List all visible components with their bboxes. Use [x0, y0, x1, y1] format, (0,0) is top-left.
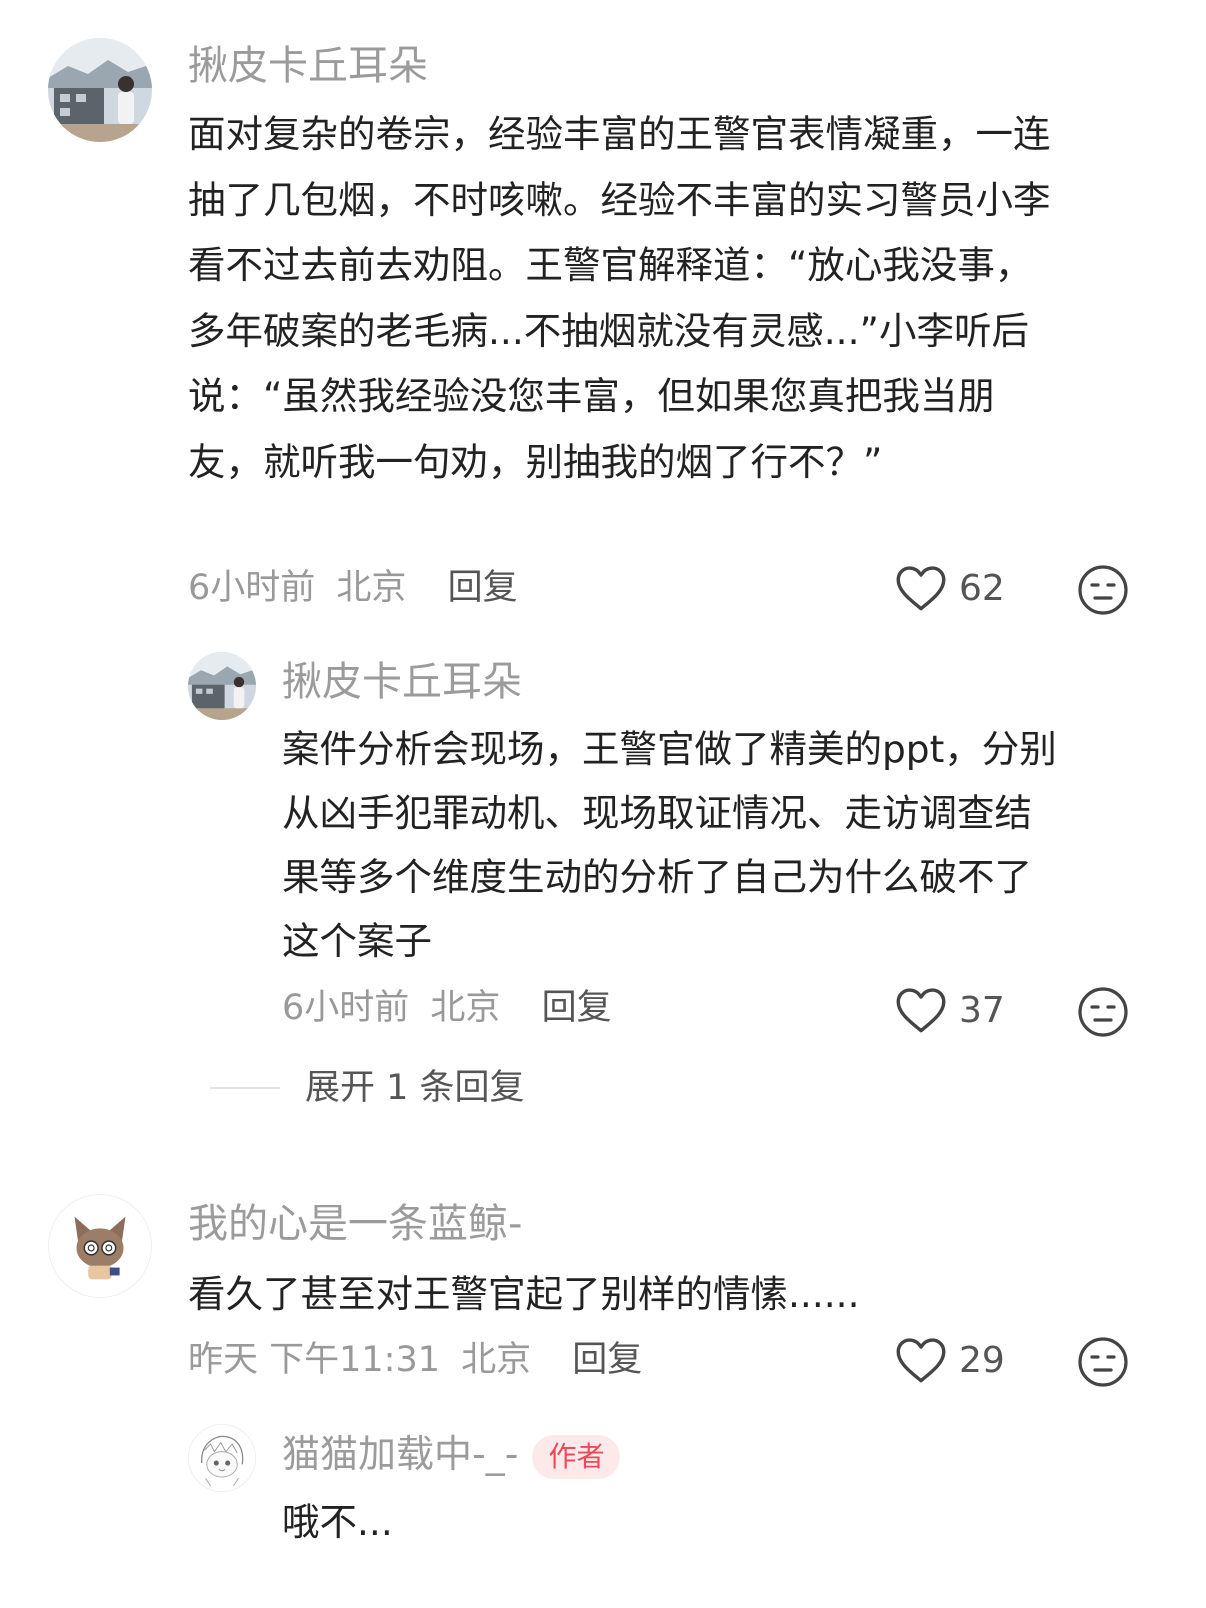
comment-time: 昨天 下午11:31 [188, 1340, 440, 1380]
comment-location: 北京 [336, 568, 407, 608]
comment-line: 说：“虽然我经验没您丰富，但如果您真把我当朋 [188, 374, 995, 418]
comment-time: 6小时前 [188, 568, 316, 608]
reply-text: 哦不... [282, 1490, 1162, 1556]
expand-replies-button[interactable]: 展开 1 条回复 [305, 1066, 525, 1110]
reply-line: 案件分析会现场，王警官做了精美的ppt，分别 [282, 727, 1057, 771]
avatar-sketch [189, 1425, 255, 1491]
avatar[interactable] [188, 652, 256, 720]
reply-username[interactable]: 揪皮卡丘耳朵 [282, 658, 522, 706]
like-button[interactable]: 29 [895, 1336, 1005, 1384]
heart-outline-icon [896, 566, 946, 611]
like-count: 37 [959, 989, 1005, 1031]
avatar-photo [48, 38, 152, 142]
reply-time: 6小时前 [282, 988, 410, 1028]
reply-button[interactable]: 回复 [448, 568, 518, 608]
comment-username[interactable]: 我的心是一条蓝鲸- [188, 1200, 522, 1248]
reply-username-text[interactable]: 猫猫加载中-_- [282, 1432, 518, 1476]
comment-text: 面对复杂的卷宗，经验丰富的王警官表情凝重，一连 抽了几包烟，不时咳嗽。经验不丰富… [188, 102, 1148, 495]
dislike-button[interactable] [1077, 1336, 1129, 1388]
avatar[interactable] [48, 38, 152, 142]
comment-line: 看久了甚至对王警官起了别样的情愫...... [188, 1272, 860, 1316]
comment-line: 抽了几包烟，不时咳嗽。经验不丰富的实习警员小李 [188, 177, 1051, 222]
comment-location: 北京 [461, 1340, 532, 1380]
reply-line: 哦不... [282, 1500, 393, 1544]
expand-divider [210, 1087, 280, 1089]
avatar-photo [188, 652, 256, 720]
author-badge: 作者 [532, 1434, 621, 1479]
like-count: 29 [959, 1339, 1005, 1381]
comment-line: 看不过去前去劝阻。王警官解释道：“放心我没事， [188, 243, 1033, 287]
like-button[interactable]: 37 [895, 986, 1005, 1034]
dislike-button[interactable] [1077, 564, 1129, 616]
reply-line: 果等多个维度生动的分析了自己为什么破不了 [282, 855, 1032, 899]
reply-username: 猫猫加载中-_- 作者 [282, 1430, 621, 1479]
comment-username[interactable]: 揪皮卡丘耳朵 [188, 42, 428, 90]
comment-text: 看久了甚至对王警官起了别样的情愫...... [188, 1262, 1148, 1328]
comment-line: 面对复杂的卷宗，经验丰富的王警官表情凝重，一连 [188, 112, 1051, 156]
comment-meta: 6小时前 北京 回复 [188, 566, 518, 610]
reply-meta: 6小时前 北京 回复 [282, 986, 612, 1030]
like-count: 62 [959, 567, 1005, 609]
like-button[interactable]: 62 [895, 564, 1005, 612]
reply-button[interactable]: 回复 [572, 1340, 642, 1380]
dislike-button[interactable] [1077, 986, 1129, 1038]
reply-location: 北京 [430, 988, 501, 1028]
reply-text: 案件分析会现场，王警官做了精美的ppt，分别 从凶手犯罪动机、现场取证情况、走访… [282, 717, 1162, 973]
neutral-face-icon [1078, 1337, 1128, 1387]
avatar-cartoon-cat [49, 1195, 151, 1297]
comment-line: 多年破案的老毛病...不抽烟就没有灵感...”小李听后 [188, 308, 1029, 353]
neutral-face-icon [1078, 565, 1128, 615]
heart-outline-icon [896, 1338, 946, 1383]
avatar[interactable] [188, 1424, 256, 1492]
reply-line: 这个案子 [282, 919, 432, 963]
comment-line: 友，就听我一句劝，别抽我的烟了行不？” [188, 439, 883, 484]
comment-meta: 昨天 下午11:31 北京 回复 [188, 1338, 642, 1382]
reply-button[interactable]: 回复 [542, 988, 612, 1028]
avatar[interactable] [48, 1194, 152, 1298]
heart-outline-icon [896, 988, 946, 1033]
neutral-face-icon [1078, 987, 1128, 1037]
reply-line: 从凶手犯罪动机、现场取证情况、走访调查结 [282, 791, 1032, 835]
